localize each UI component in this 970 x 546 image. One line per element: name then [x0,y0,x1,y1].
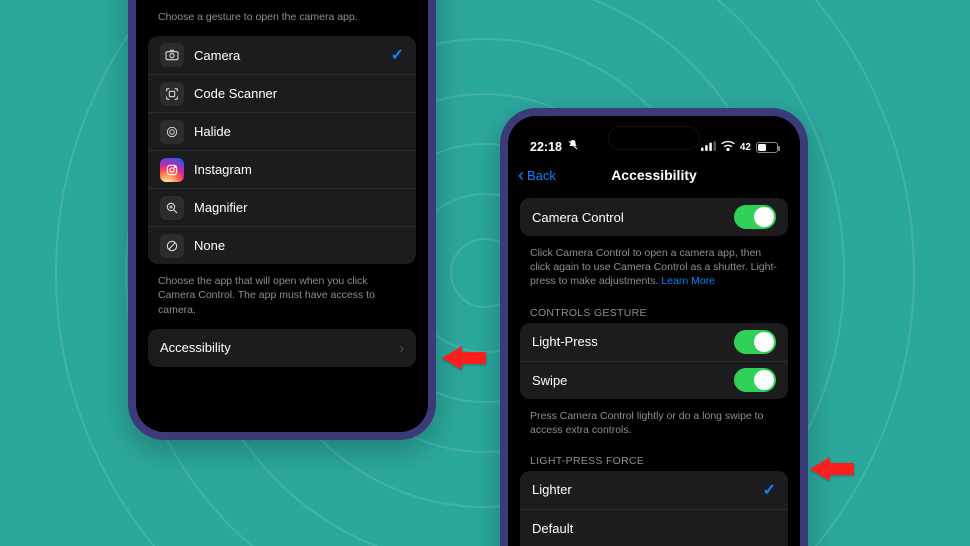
qr-icon [160,82,184,106]
app-row-camera[interactable]: Camera ✓ [148,36,416,74]
app-list: Camera ✓ Code Scanner Halide [148,36,416,264]
camera-control-toggle[interactable] [734,205,776,229]
check-icon: ✓ [391,45,404,65]
force-lighter-row[interactable]: Lighter ✓ [520,471,788,509]
app-label: Magnifier [194,200,404,215]
force-default-row[interactable]: Default [520,509,788,546]
halide-icon [160,120,184,144]
camera-control-footer: Click Camera Control to open a camera ap… [520,240,788,301]
learn-more-link[interactable]: Learn More [661,275,715,287]
swipe-toggle[interactable] [734,368,776,392]
magnifier-icon [160,196,184,220]
app-row-instagram[interactable]: Instagram [148,150,416,188]
callout-arrow-left [442,345,486,371]
instagram-icon [160,158,184,182]
app-label: Code Scanner [194,86,404,101]
status-time: 22:18 [530,140,562,154]
controls-gesture-header: CONTROLS GESTURE [520,301,788,323]
battery-icon [756,142,778,153]
app-label: Instagram [194,162,404,177]
camera-control-row[interactable]: Camera Control [520,198,788,236]
app-row-code-scanner[interactable]: Code Scanner [148,74,416,112]
swipe-row[interactable]: Swipe [520,361,788,399]
controls-gesture-footer: Press Camera Control lightly or do a lon… [520,403,788,449]
light-press-label: Light-Press [532,334,724,349]
app-row-magnifier[interactable]: Magnifier [148,188,416,226]
none-icon [160,234,184,258]
phone-right: 22:18 42 ‹ Back Accessibilit [500,108,808,546]
app-label: Camera [194,48,381,63]
camera-control-label: Camera Control [532,210,724,225]
light-press-row[interactable]: Light-Press [520,323,788,361]
accessibility-label: Accessibility [160,340,389,355]
swipe-label: Swipe [532,373,724,388]
phone-left: Choose a gesture to open the camera app.… [128,0,436,440]
app-row-halide[interactable]: Halide [148,112,416,150]
camera-icon [160,43,184,67]
check-icon: ✓ [763,480,776,500]
chevron-right-icon: › [399,340,404,356]
battery-pct: 42 [740,142,751,153]
force-label: Default [532,521,776,536]
app-label: Halide [194,124,404,139]
silent-icon [567,139,579,154]
nav-bar: ‹ Back Accessibility [508,158,800,192]
signal-icon [701,140,716,154]
callout-arrow-right [810,456,854,482]
force-label: Lighter [532,482,753,497]
app-row-none[interactable]: None [148,226,416,264]
wifi-icon [721,140,735,154]
app-label: None [194,238,404,253]
accessibility-group: Accessibility › [148,329,416,367]
accessibility-row[interactable]: Accessibility › [148,329,416,367]
light-press-toggle[interactable] [734,330,776,354]
section-header-gesture: Choose a gesture to open the camera app. [148,8,416,36]
apps-footer: Choose the app that will open when you c… [148,268,416,329]
dynamic-island [608,126,700,150]
light-press-force-header: LIGHT-PRESS FORCE [520,449,788,471]
nav-title: Accessibility [508,167,800,183]
